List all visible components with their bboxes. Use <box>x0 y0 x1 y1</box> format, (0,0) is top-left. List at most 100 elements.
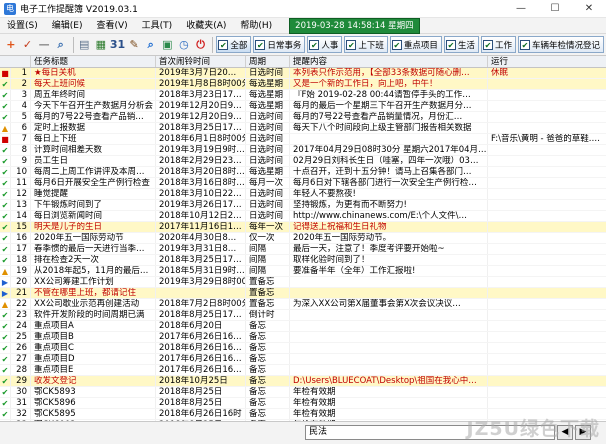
menu-help[interactable]: 帮助(H) <box>233 18 279 34</box>
reminder-content: 取样化验时间到了！ <box>290 255 488 265</box>
row-index: 23 <box>11 310 31 320</box>
table-row[interactable]: ✔ 17 春季惯的最后一天进行当季… 2019年3月31日8… 间隔 最后一天，注意了！季… <box>0 244 606 255</box>
run-status <box>488 255 606 265</box>
table-row[interactable]: ✔ 13 下午锻炼时间到了 2019年3月26日17… 日选时间 坚持锻炼，为更有而不断努… <box>0 200 606 211</box>
row-index: 15 <box>11 222 31 232</box>
row-index: 20 <box>11 277 31 287</box>
table-row[interactable]: ✔ 30 鄂CK5893 2018年8月25日 备忘 年检有效期 <box>0 387 606 398</box>
run-status <box>488 156 606 166</box>
minus-icon[interactable]: — <box>36 36 52 53</box>
table-row[interactable]: ▲ 19 从2018年起5，11月的最后… 2018年5月31日9时… 间隔 要准备半年（… <box>0 266 606 277</box>
toolbar-separator <box>212 36 214 53</box>
category-checkbox[interactable]: ✔ <box>482 39 493 50</box>
menu-edit[interactable]: 编辑(E) <box>45 18 90 34</box>
table-row[interactable]: ✔ 26 重点项目C 2018年6月26日16… 备忘 <box>0 343 606 354</box>
table-row[interactable]: ▲ 6 定时上报数据 2018年3月25日17… 日选时间 每天下八个时间段向上级主管部门… <box>0 123 606 134</box>
category-filter[interactable]: ✔ 日常事务 <box>253 36 306 53</box>
row-index: 16 <box>11 233 31 243</box>
category-checkbox[interactable]: ✔ <box>519 39 530 50</box>
menu-settings[interactable]: 设置(S) <box>0 18 45 34</box>
category-label: 日常事务 <box>267 40 302 51</box>
table-row[interactable]: ✔ 31 鄂CK5896 2018年8月25日 备忘 年检有效期 <box>0 398 606 409</box>
row-index: 6 <box>11 123 31 133</box>
check-icon: ✔ <box>0 156 11 166</box>
first-alarm-time: 2019年1月8日8时00分 <box>156 79 246 89</box>
check-icon: ✔ <box>0 211 11 221</box>
category-checkbox[interactable]: ✔ <box>218 39 229 50</box>
task-title: 下午锻炼时间到了 <box>31 200 156 210</box>
table-row[interactable]: ✔ 28 重点项目E 2017年6月26日16… 备忘 <box>0 365 606 376</box>
close-button[interactable]: ✕ <box>572 0 606 18</box>
menu-tools[interactable]: 工具(T) <box>135 18 180 34</box>
category-checkbox[interactable]: ✔ <box>445 39 456 50</box>
category-checkbox[interactable]: ✔ <box>255 39 266 50</box>
notes-icon[interactable]: ▦ <box>93 36 109 53</box>
check-icon: ✔ <box>0 387 11 397</box>
column-header-time[interactable]: 首次闹铃时间 <box>156 56 246 67</box>
table-row[interactable]: ✔ 12 睡觉提醒 2018年3月10日22… 日选时间 年轻人不要熬夜! <box>0 189 606 200</box>
category-filter[interactable]: ✔ 重点项目 <box>389 36 442 53</box>
table-row[interactable]: ✔ 29 收发文登记 2018年10月25日 备忘 D:\Users\BLUECOAT\D… <box>0 376 606 387</box>
column-header-title[interactable]: 任务标题 <box>31 56 156 67</box>
calendar-icon[interactable]: 31 <box>110 36 126 53</box>
edit-icon[interactable]: ✎ <box>126 36 142 53</box>
check-icon: ✔ <box>0 189 11 199</box>
history-icon[interactable]: ◷ <box>176 36 192 53</box>
table-row[interactable]: ▶ 20 XX公司筹建工作计划 2019年3月29日8时00… 置备忘 <box>0 277 606 288</box>
column-header-content[interactable]: 提醒内容 <box>290 56 488 67</box>
power-icon[interactable]: ⏻ <box>193 36 209 53</box>
image-icon[interactable]: ▣ <box>160 36 176 53</box>
table-row[interactable]: ✔ 5 每月的7号22号查看产品销… 2019年12月20日9… 日选时间 每月的7号22… <box>0 112 606 123</box>
category-filter[interactable]: ✔ 人事 <box>307 36 343 53</box>
category-filter[interactable]: ✔ 车辆年检情况登记 <box>517 36 604 53</box>
table-row[interactable]: ✔ 24 重点项目A 2018年6月20日 备忘 <box>0 321 606 332</box>
table-row[interactable]: ✔ 27 重点项目D 2017年6月26日16… 备忘 <box>0 354 606 365</box>
task-title: 不管在哪里上班，都请记住 <box>31 288 156 298</box>
run-status <box>488 310 606 320</box>
reminder-content: 2020年五一国际劳动节。 <box>290 233 488 243</box>
status-bar: 民法 ◀ ▶ JZ5U绿色下载 <box>0 418 606 444</box>
table-row[interactable]: ✔ 11 每月6日开展安全生产例行检查 2018年3月16日8时… 每月一次 每月6日对下… <box>0 178 606 189</box>
category-checkbox[interactable]: ✔ <box>346 39 357 50</box>
menu-view[interactable]: 查看(V) <box>89 18 134 34</box>
row-index: 29 <box>11 376 31 386</box>
table-row[interactable]: ✔ 25 重点项目B 2017年6月26日16… 备忘 <box>0 332 606 343</box>
table-row[interactable]: ✔ 15 明天是儿子的生日 2017年11月16日1… 每年一次 记得送上祝福和生日礼物 <box>0 222 606 233</box>
check-icon: ✔ <box>0 365 11 375</box>
table-row[interactable]: ✔ 3 周五年终时间 2018年3月23日17… 每选星期 『F始 2019-02-28 … <box>0 90 606 101</box>
minimize-button[interactable]: — <box>504 0 538 18</box>
category-checkbox[interactable]: ✔ <box>309 39 320 50</box>
table-row[interactable]: ■ 1 ★每日关机 2019年3月7日20… 日选时间 本列表只作示范用，【全部33条数据… <box>0 68 606 79</box>
table-row[interactable]: ✔ 23 软件开发阶段的时间周期已满 2018年8月25日17… 倒计时 <box>0 310 606 321</box>
check-icon[interactable]: ✓ <box>20 36 36 53</box>
maximize-button[interactable]: ☐ <box>538 0 572 18</box>
category-filter[interactable]: ✔ 工作 <box>480 36 516 53</box>
table-row[interactable]: ■ 7 每日上下班 2018年6月1日8时00分 日选时间 F:\音乐\黄明 - 爸爸的草… <box>0 134 606 145</box>
add-icon[interactable]: + <box>3 36 19 53</box>
reminder-content: 年轻人不要熬夜! <box>290 189 488 199</box>
column-header-period[interactable]: 周期 <box>246 56 290 67</box>
menu-favorites[interactable]: 收藏夹(A) <box>179 18 233 34</box>
category-filter[interactable]: ✔ 全部 <box>216 36 252 53</box>
period: 倒计时 <box>246 310 290 320</box>
category-checkbox[interactable]: ✔ <box>391 39 402 50</box>
table-row[interactable]: ▲ 22 XX公司歇业示范再创建活动 2018年7月2日8时00分 置备忘 为深入XX公司… <box>0 299 606 310</box>
category-filter[interactable]: ✔ 上下班 <box>344 36 388 53</box>
table-row[interactable]: ✔ 18 排在检查2天一次 2018年3月25日17… 间隔 取样化验时间到了！ <box>0 255 606 266</box>
run-status <box>488 387 606 397</box>
table-row[interactable]: ✔ 16 2020年五一国际劳动节 2020年4月30日8… 仅一次 2020年五一国际劳… <box>0 233 606 244</box>
table-row[interactable]: ✔ 10 每周二上周工作讲评及本周… 2018年3月20日8时… 每选星期 十点召开，迁到… <box>0 167 606 178</box>
zoom-icon[interactable]: ⌕ <box>143 36 159 53</box>
category-filter[interactable]: ✔ 生活 <box>443 36 479 53</box>
table-row[interactable]: ✔ 14 每日浏览新闻时间 2018年10月12日2… 日选时间 http://www.c… <box>0 211 606 222</box>
table-row[interactable]: ✔ 4 今天下午召开生产数据月分析会 2019年12月20日9… 每选星期 每月的最后一个… <box>0 101 606 112</box>
document-icon[interactable]: ▤ <box>76 36 92 53</box>
column-header-run[interactable]: 运行 <box>488 56 606 67</box>
table-row[interactable]: ▶ 21 不管在哪里上班，都请记住 置备忘 <box>0 288 606 299</box>
table-row[interactable]: ✔ 9 员工生日 2018年2月29日23… 日选时间 02月29日刘科长生日（哇塞，四年… <box>0 156 606 167</box>
table-row[interactable]: ✔ 2 每天上班问候 2019年1月8日8时00分 每选星期 又是一个新的工作日，向上吧，… <box>0 79 606 90</box>
reminder-content: 最后一天，注意了！季度考评要开始啦~ <box>290 244 488 254</box>
search-icon[interactable]: ⌕ <box>53 36 69 53</box>
first-alarm-time: 2018年2月29日23… <box>156 156 246 166</box>
table-row[interactable]: ✔ 8 计算时间相差天数 2019年3月19日9时… 日选时间 2017年04月29日08… <box>0 145 606 156</box>
